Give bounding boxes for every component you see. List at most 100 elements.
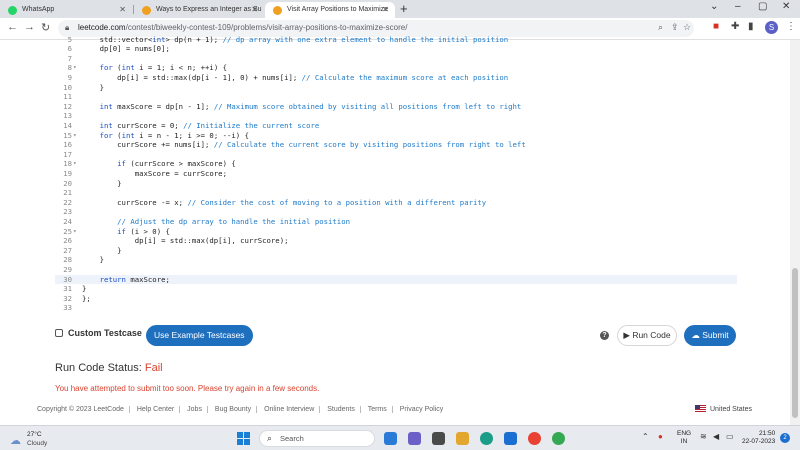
fold-chevron-icon[interactable]: ▾ xyxy=(73,227,77,237)
footer-link-bug-bounty[interactable]: Bug Bounty xyxy=(215,406,251,413)
code-line[interactable]: 25 ▾ if (i > 0) { xyxy=(55,227,737,237)
code-line[interactable]: 6 dp[0] = nums[0]; xyxy=(55,44,737,54)
fold-chevron-icon[interactable]: ▾ xyxy=(73,63,77,73)
footer-link-terms[interactable]: Terms xyxy=(368,406,387,413)
code-line[interactable]: 32}; xyxy=(55,294,737,304)
fold-chevron-icon[interactable]: ▾ xyxy=(73,131,77,141)
scrollbar-thumb[interactable] xyxy=(792,268,798,418)
extension-icon[interactable]: ■ xyxy=(713,21,719,32)
code-line[interactable]: 29 xyxy=(55,265,737,275)
store-icon[interactable] xyxy=(504,432,517,445)
taskbar-search[interactable]: ⌕ Search xyxy=(259,430,375,447)
share-icon[interactable]: ⇪ xyxy=(671,22,679,33)
back-icon[interactable]: ← xyxy=(7,21,18,33)
tab-search-icon[interactable]: ⌄ xyxy=(710,1,718,12)
battery-icon[interactable]: ▭ xyxy=(726,432,734,441)
run-code-button[interactable]: ▶ Run Code xyxy=(617,325,677,346)
file-explorer-icon[interactable] xyxy=(456,432,469,445)
code-line[interactable]: 15 ▾ for (int i = n - 1; i >= 0; --i) { xyxy=(55,131,737,141)
tab-whatsapp[interactable]: WhatsApp ✕ xyxy=(0,2,132,18)
wifi-icon[interactable]: ≋ xyxy=(700,432,707,441)
code-line[interactable]: 18 ▾ if (currScore > maxScore) { xyxy=(55,159,737,169)
tab-ways-to-express[interactable]: Ways to Express an Integer as Su ✕ xyxy=(134,2,264,18)
search-placeholder: Search xyxy=(280,434,304,443)
line-number: 30 xyxy=(63,274,72,284)
code-text: std::vector<int> dp(n + 1); // dp array … xyxy=(82,34,509,44)
code-line[interactable]: 8 ▾ for (int i = 1; i < n; ++i) { xyxy=(55,63,737,73)
code-line[interactable]: 7 xyxy=(55,54,737,64)
edge-browser-icon[interactable] xyxy=(480,432,493,445)
restore-button[interactable]: ▢ xyxy=(758,1,767,12)
system-clock[interactable]: 21:50 22-07-2023 xyxy=(742,430,775,446)
windows-start-icon[interactable] xyxy=(237,432,250,445)
footer-link-privacy-policy[interactable]: Privacy Policy xyxy=(400,406,444,413)
code-line[interactable]: 28 } xyxy=(55,255,737,265)
clock-date: 22-07-2023 xyxy=(742,438,776,445)
submit-button[interactable]: ☁ Submit xyxy=(684,325,736,346)
custom-testcase-checkbox[interactable] xyxy=(55,329,63,337)
code-line[interactable]: 10 } xyxy=(55,83,737,93)
code-line[interactable]: 13 xyxy=(55,111,737,121)
code-line[interactable]: 27 } xyxy=(55,246,737,256)
page-scrollbar[interactable] xyxy=(790,40,800,425)
minimize-button[interactable]: – xyxy=(735,1,741,12)
tab-visit-array-positions[interactable]: Visit Array Positions to Maximize ✕ xyxy=(265,2,395,18)
forward-icon[interactable]: → xyxy=(24,21,35,33)
code-line[interactable]: 20 } xyxy=(55,179,737,189)
extensions-puzzle-icon[interactable]: ✚ xyxy=(731,21,739,32)
code-line[interactable]: 23 xyxy=(55,207,737,217)
teams-icon[interactable] xyxy=(408,432,421,445)
code-line[interactable]: 33 xyxy=(55,303,737,313)
region-selector[interactable]: United States xyxy=(695,405,752,413)
close-icon[interactable]: ✕ xyxy=(382,2,389,18)
footer-link-jobs[interactable]: Jobs xyxy=(187,406,202,413)
chevron-up-icon[interactable]: ⌃ xyxy=(642,432,649,441)
side-panel-icon[interactable]: ▮ xyxy=(748,21,754,32)
security-icon[interactable]: ● xyxy=(658,432,663,441)
use-example-testcases-button[interactable]: Use Example Testcases xyxy=(146,325,253,346)
chrome-icon[interactable] xyxy=(528,432,541,445)
code-line[interactable]: 5 std::vector<int> dp(n + 1); // dp arra… xyxy=(55,35,737,45)
volume-icon[interactable]: ◀︎ xyxy=(713,432,719,441)
code-editor[interactable]: 5 std::vector<int> dp(n + 1); // dp arra… xyxy=(55,35,737,313)
footer-link-help-center[interactable]: Help Center xyxy=(137,406,174,413)
footer-link-students[interactable]: Students xyxy=(327,406,355,413)
widgets-icon[interactable] xyxy=(432,432,445,445)
code-line[interactable]: 30 return maxScore; xyxy=(55,274,737,285)
code-line[interactable]: 12 int maxScore = dp[n - 1]; // Maximum … xyxy=(55,102,737,112)
code-text: } xyxy=(82,284,87,294)
code-line[interactable]: 9 dp[i] = std::max(dp[i - 1], 0) + nums[… xyxy=(55,73,737,83)
code-line[interactable]: 17 xyxy=(55,150,737,160)
copyright: Copyright © 2023 LeetCode xyxy=(37,406,124,414)
code-line[interactable]: 14 int currScore = 0; // Initialize the … xyxy=(55,121,737,131)
zoom-icon[interactable]: ⌕ xyxy=(658,22,663,33)
help-icon[interactable]: ? xyxy=(600,331,609,340)
temperature: 27°C xyxy=(27,431,42,438)
code-line[interactable]: 31} xyxy=(55,284,737,294)
new-tab-button[interactable]: + xyxy=(400,1,408,16)
footer-link-online-interview[interactable]: Online Interview xyxy=(264,406,314,413)
menu-kebab-icon[interactable]: ⋮ xyxy=(786,21,796,32)
code-line[interactable]: 22 currScore -= x; // Consider the cost … xyxy=(55,198,737,208)
fold-chevron-icon[interactable]: ▾ xyxy=(73,159,77,169)
code-line[interactable]: 26 dp[i] = std::max(dp[i], currScore); xyxy=(55,236,737,246)
code-line[interactable]: 24 // Adjust the dp array to handle the … xyxy=(55,217,737,227)
taskview-icon[interactable] xyxy=(384,432,397,445)
code-line[interactable]: 16 currScore += nums[i]; // Calculate th… xyxy=(55,140,737,150)
language-indicator[interactable]: ENG IN xyxy=(677,430,691,446)
reload-icon[interactable]: ↻ xyxy=(41,21,50,34)
close-icon[interactable]: ✕ xyxy=(119,2,126,18)
code-line[interactable]: 21 xyxy=(55,188,737,198)
code-line[interactable]: 19 maxScore = currScore; xyxy=(55,169,737,179)
code-line[interactable]: 11 xyxy=(55,92,737,102)
code-text: // Adjust the dp array to handle the ini… xyxy=(117,216,350,226)
bookmark-star-icon[interactable]: ☆ xyxy=(683,22,691,33)
lock-icon[interactable]: 🔒︎ xyxy=(65,23,69,33)
close-window-button[interactable]: ✕ xyxy=(782,1,790,12)
divider xyxy=(359,406,361,413)
close-icon[interactable]: ✕ xyxy=(251,2,258,18)
profile-avatar[interactable]: S xyxy=(765,21,778,34)
notification-badge[interactable]: 2 xyxy=(780,433,790,443)
chrome-profile-icon[interactable] xyxy=(552,432,565,445)
status-value: Fail xyxy=(144,362,163,374)
